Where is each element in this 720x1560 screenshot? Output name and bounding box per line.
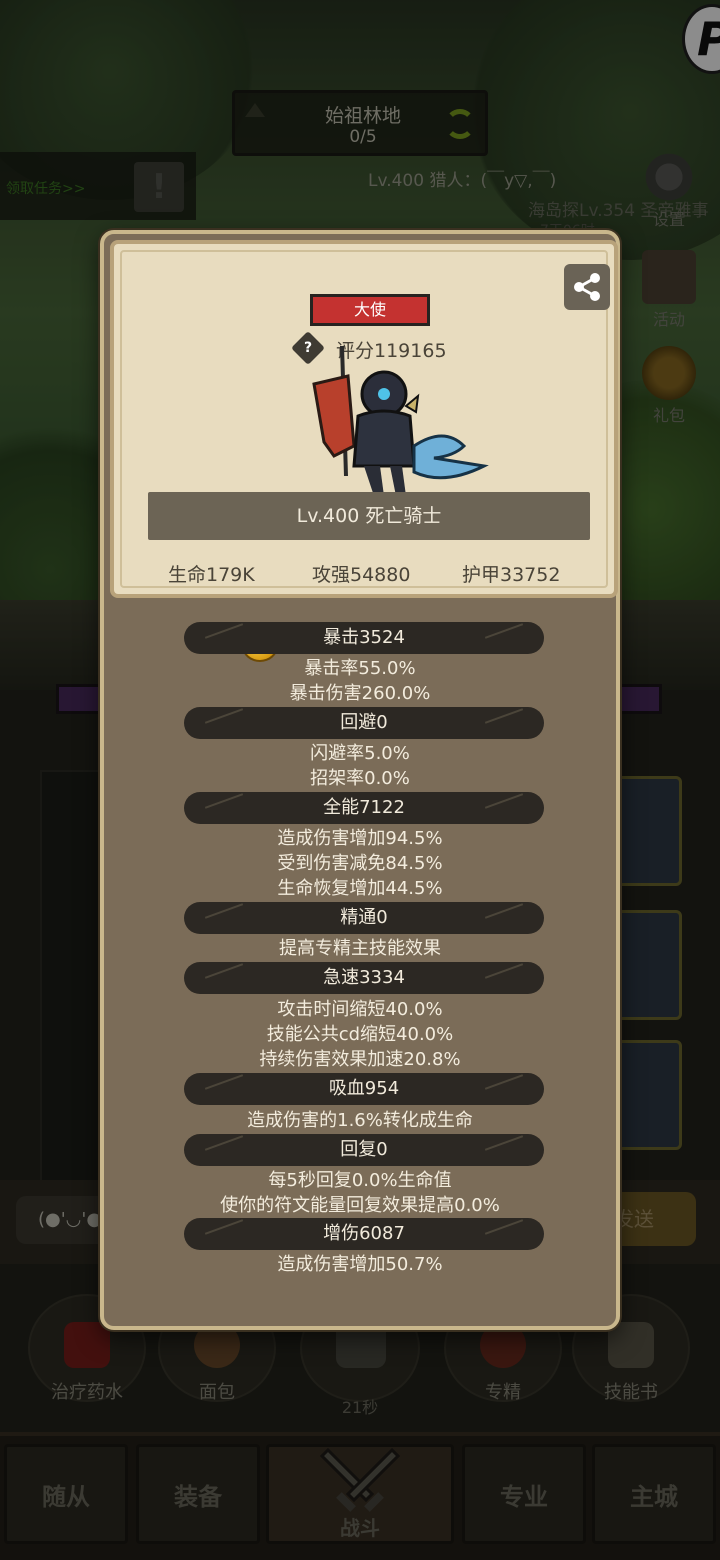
attack-stat: 攻强54880 [312,564,411,586]
share-button[interactable] [564,264,610,310]
attr-line: 招架率0.0% [310,768,410,789]
attr-header-mastery: 精通0 [184,902,544,934]
attr-header-damage-bonus: 增伤6087 [184,1218,544,1250]
attr-line: 使你的符文能量回复效果提高0.0% [220,1195,500,1216]
attr-line: 造成伤害的1.6%转化成生命 [247,1110,473,1131]
hero-detail-dialog: 大使 ? 评分119165 Lv.400 死亡骑士 生命179K 攻强54880… [100,230,620,1330]
attr-line: 技能公共cd缩短40.0% [266,1024,454,1045]
title-badge: 大使 [310,294,430,326]
death-knight-avatar [312,346,489,496]
attr-line: 造成伤害增加50.7% [277,1254,443,1275]
hero-card: 大使 ? 评分119165 Lv.400 死亡骑士 生命179K 攻强54880… [110,240,618,598]
attr-line: 暴击伤害260.0% [289,683,431,704]
armor-stat: 护甲33752 [462,564,561,586]
attr-line: 持续伤害效果加速20.8% [259,1049,461,1070]
attr-line: 生命恢复增加44.5% [277,878,443,899]
attr-line: 闪避率5.0% [310,743,410,764]
hp-stat: 生命179K [168,564,255,586]
attr-header-dodge: 回避0 [184,707,544,739]
attr-header-regen: 回复0 [184,1134,544,1166]
share-icon [574,273,600,301]
attr-header-leech: 吸血954 [184,1073,544,1105]
hero-name-banner: Lv.400 死亡骑士 [148,492,590,540]
attr-line: 暴击率55.0% [304,658,416,679]
attr-line: 受到伤害减免84.5% [277,853,443,874]
attr-header-versatility: 全能7122 [184,792,544,824]
attr-line: 每5秒回复0.0%生命值 [268,1170,452,1191]
attr-line: 造成伤害增加94.5% [277,828,443,849]
attr-line: 攻击时间缩短40.0% [277,999,443,1020]
attr-header-haste: 急速3334 [184,962,544,994]
attr-header-crit: 暴击3524 [184,622,544,654]
attr-line: 提高专精主技能效果 [279,938,441,959]
